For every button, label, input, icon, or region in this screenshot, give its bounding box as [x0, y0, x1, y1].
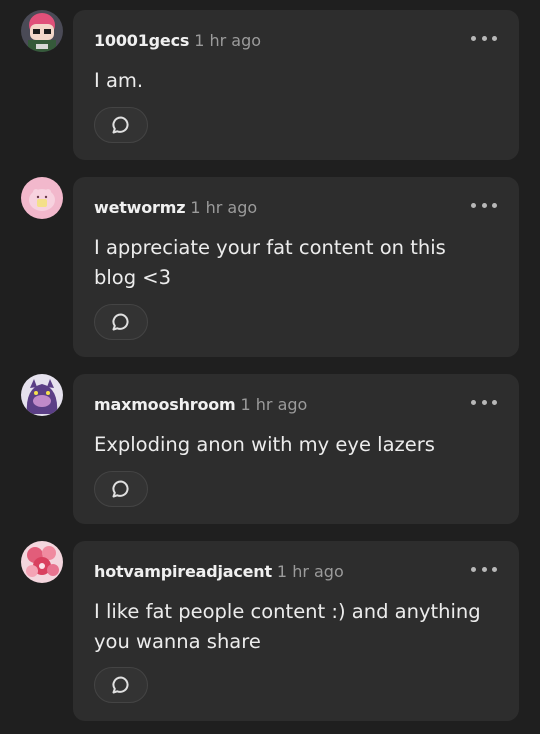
reply-button[interactable] [94, 304, 148, 340]
username-link[interactable]: maxmooshroom [94, 395, 236, 414]
more-options-button[interactable] [471, 32, 497, 44]
reply-button[interactable] [94, 667, 148, 703]
more-dots-icon [481, 399, 487, 405]
comment-card: 10001gecs 1 hr ago I am. [73, 10, 519, 160]
timestamp: 1 hr ago [240, 395, 308, 414]
timestamp: 1 hr ago [190, 198, 258, 217]
pink-blob-avatar-icon [21, 177, 63, 219]
purple-creature-avatar-icon [21, 374, 63, 416]
avatar[interactable] [21, 10, 63, 52]
more-options-button[interactable] [471, 199, 497, 211]
comment-text: Exploding anon with my eye lazers [94, 433, 435, 456]
timestamp: 1 hr ago [194, 31, 262, 50]
comment-card: maxmooshroom 1 hr ago Exploding anon with… [73, 374, 519, 524]
more-dots-icon [471, 399, 476, 405]
avatar[interactable] [21, 177, 63, 219]
pink-hair-character-avatar-icon [21, 10, 63, 52]
more-dots-icon [481, 202, 487, 208]
comment-header: wetwormz 1 hr ago [94, 198, 257, 217]
more-dots-icon [492, 399, 497, 405]
more-dots-icon [481, 566, 487, 572]
more-options-button[interactable] [471, 563, 497, 575]
avatar[interactable] [21, 541, 63, 583]
avatar[interactable] [21, 374, 63, 416]
comment-text: I like fat people content :) and anythin… [94, 600, 481, 653]
username-link[interactable]: hotvampireadjacent [94, 562, 272, 581]
more-dots-icon [492, 566, 497, 572]
username-link[interactable]: wetwormz [94, 198, 186, 217]
more-options-button[interactable] [471, 396, 497, 408]
more-dots-icon [492, 202, 497, 208]
comment-card: wetwormz 1 hr ago I appreciate your fat c… [73, 177, 519, 357]
reply-bubble-icon [112, 116, 129, 134]
comment-header: hotvampireadjacent 1 hr ago [94, 562, 344, 581]
timestamp: 1 hr ago [276, 562, 344, 581]
username-link[interactable]: 10001gecs [94, 31, 189, 50]
comment-card: hotvampireadjacent 1 hr ago I like fat pe… [73, 541, 519, 721]
comment-header: maxmooshroom 1 hr ago [94, 395, 307, 414]
more-dots-icon [492, 35, 497, 41]
reply-button[interactable] [94, 471, 148, 507]
reply-bubble-icon [112, 676, 129, 694]
more-dots-icon [471, 566, 476, 572]
reply-button[interactable] [94, 107, 148, 143]
pink-floral-avatar-icon [21, 541, 63, 583]
more-dots-icon [471, 202, 476, 208]
comment-text: I am. [94, 69, 144, 92]
comment-text: I appreciate your fat content on this bl… [94, 236, 446, 289]
more-dots-icon [481, 35, 487, 41]
more-dots-icon [471, 35, 476, 41]
reply-bubble-icon [112, 480, 129, 498]
comment-header: 10001gecs 1 hr ago [94, 31, 261, 50]
reply-bubble-icon [112, 313, 129, 331]
